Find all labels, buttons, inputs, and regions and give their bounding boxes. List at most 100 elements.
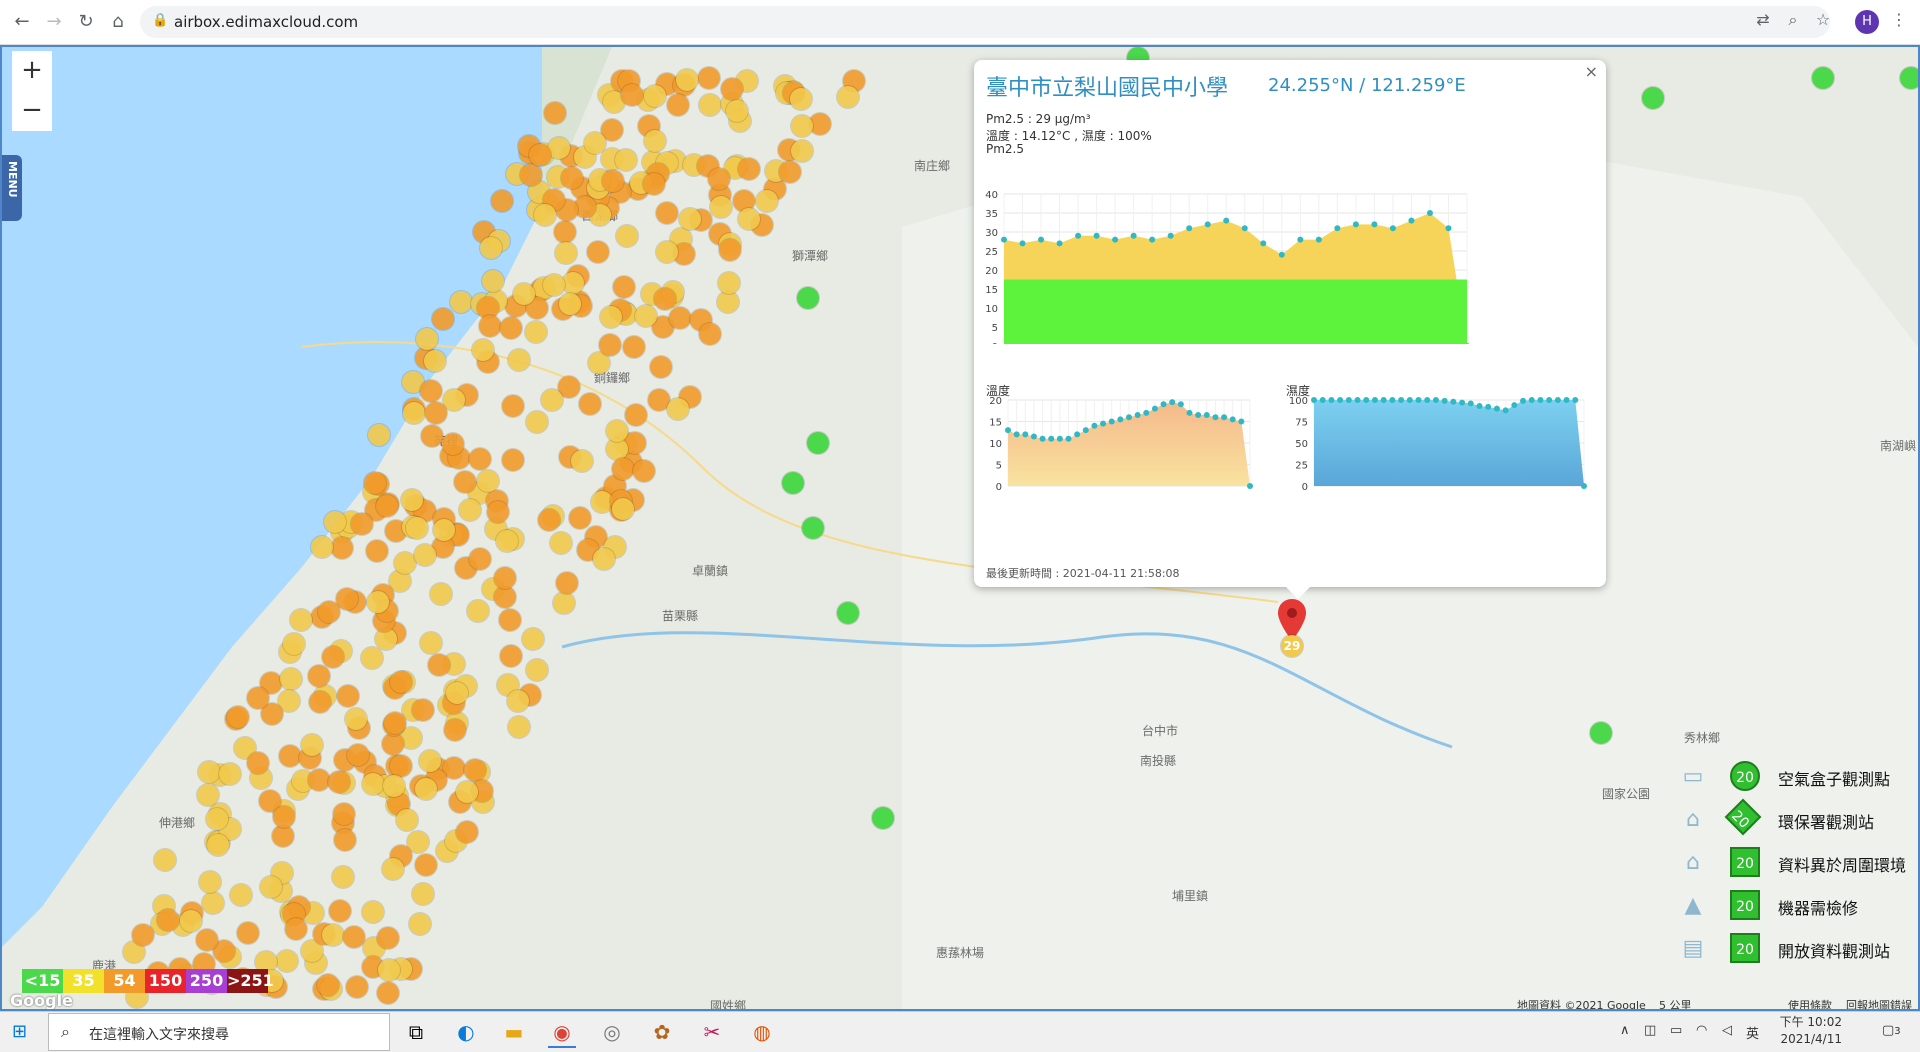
windows-start-icon[interactable]: ⊞ <box>12 1022 32 1042</box>
sensor-marker[interactable] <box>570 449 593 472</box>
sensor-marker[interactable] <box>328 770 351 793</box>
sensor-marker[interactable] <box>366 590 389 613</box>
edge-icon[interactable]: ◐ <box>452 1018 480 1046</box>
sensor-marker[interactable] <box>455 820 478 843</box>
sensor-marker[interactable] <box>278 745 301 768</box>
sensor-marker[interactable] <box>205 807 228 830</box>
sensor-marker[interactable] <box>362 900 385 923</box>
sensor-marker[interactable] <box>376 982 399 1005</box>
sensor-marker[interactable] <box>276 949 299 972</box>
report-error-link[interactable]: 回報地圖錯誤 <box>1846 997 1912 1009</box>
sensor-marker[interactable] <box>623 335 646 358</box>
map-scale[interactable]: 5 公里 <box>1659 997 1692 1009</box>
sensor-marker[interactable] <box>552 591 575 614</box>
sensor-marker[interactable] <box>420 379 443 402</box>
sensor-marker[interactable] <box>540 388 563 411</box>
back-icon[interactable]: ← <box>10 10 34 34</box>
sensor-marker[interactable] <box>697 67 720 90</box>
app-icon-1[interactable]: ◎ <box>598 1018 626 1046</box>
sensor-marker[interactable] <box>381 733 404 756</box>
sensor-marker[interactable] <box>471 338 494 361</box>
sensor-marker[interactable] <box>802 517 824 539</box>
sensor-marker[interactable] <box>612 497 635 520</box>
map-canvas[interactable]: 西湖鄉獅潭鄉南庄鄉大同鄉銅鑼鄉苑裡卓蘭鎮苗栗縣台中市南投縣秀林鄉國家公園伸港鄉鹿… <box>0 45 1920 1011</box>
sensor-marker[interactable] <box>719 238 742 261</box>
sensor-marker[interactable] <box>218 762 241 785</box>
notification-icon[interactable]: ▢3 <box>1882 1023 1901 1038</box>
sensor-marker[interactable] <box>755 190 778 213</box>
sensor-marker[interactable] <box>330 536 353 559</box>
sensor-marker[interactable] <box>698 93 721 116</box>
sensor-marker[interactable] <box>797 287 819 309</box>
sensor-marker[interactable] <box>635 304 658 327</box>
sensor-marker[interactable] <box>402 402 425 425</box>
sensor-marker[interactable] <box>525 658 548 681</box>
sensor-marker[interactable] <box>513 282 536 305</box>
sensor-marker[interactable] <box>351 512 374 535</box>
sensor-marker[interactable] <box>420 424 443 447</box>
sensor-marker[interactable] <box>365 540 388 563</box>
volume-icon[interactable]: ◁ <box>1722 1023 1732 1038</box>
sensor-marker[interactable] <box>496 529 519 552</box>
sensor-marker[interactable] <box>389 670 412 693</box>
sensor-marker[interactable] <box>679 207 702 230</box>
zoom-icon[interactable]: ⌕ <box>1782 9 1804 31</box>
sensor-marker[interactable] <box>463 758 486 781</box>
sensor-marker[interactable] <box>1590 722 1612 744</box>
app-icon-3[interactable]: ✂ <box>698 1018 726 1046</box>
sensor-marker[interactable] <box>321 646 344 669</box>
sensor-marker[interactable] <box>317 973 340 996</box>
sensor-marker[interactable] <box>405 516 428 539</box>
sensor-marker[interactable] <box>345 975 368 998</box>
sensor-marker[interactable] <box>459 498 482 521</box>
sensor-marker[interactable] <box>481 269 504 292</box>
zoom-out-button[interactable]: − <box>12 91 52 131</box>
sensor-marker[interactable] <box>544 101 567 124</box>
sensor-marker[interactable] <box>411 698 434 721</box>
sensor-marker[interactable] <box>737 158 760 181</box>
task-view-icon[interactable]: ⧉ <box>402 1018 430 1046</box>
sensor-marker[interactable] <box>506 689 529 712</box>
sensor-marker[interactable] <box>790 114 813 137</box>
sensor-marker[interactable] <box>433 518 456 541</box>
sensor-marker[interactable] <box>502 395 525 418</box>
more-menu-icon[interactable]: ⋮ <box>1888 9 1910 31</box>
ime-indicator[interactable]: 英 <box>1746 1023 1759 1042</box>
sensor-marker[interactable] <box>710 195 733 218</box>
sensor-marker[interactable] <box>323 510 346 533</box>
sensor-marker[interactable] <box>837 602 859 624</box>
sensor-marker[interactable] <box>290 608 313 631</box>
sensor-marker[interactable] <box>321 924 344 947</box>
sensor-marker[interactable] <box>429 582 452 605</box>
sensor-marker[interactable] <box>273 806 296 828</box>
sensor-marker[interactable] <box>333 829 356 852</box>
sensor-marker[interactable] <box>280 667 303 690</box>
wifi-icon[interactable]: ◠ <box>1696 1023 1707 1038</box>
sensor-marker[interactable] <box>479 315 501 338</box>
sensor-marker[interactable] <box>260 875 283 898</box>
sensor-marker[interactable] <box>154 848 177 871</box>
sensor-marker[interactable] <box>468 448 491 471</box>
sensor-marker[interactable] <box>307 769 330 792</box>
sensor-marker[interactable] <box>499 316 522 339</box>
map-attribution[interactable]: 地圖資料 ©2021 Google <box>1517 997 1646 1009</box>
file-explorer-icon[interactable]: ▬ <box>500 1018 528 1046</box>
reload-icon[interactable]: ↻ <box>74 10 98 34</box>
tray-chevron-icon[interactable]: ∧ <box>1620 1023 1630 1038</box>
sensor-marker[interactable] <box>529 143 552 166</box>
sensor-marker[interactable] <box>737 207 760 230</box>
sensor-marker[interactable] <box>332 802 355 825</box>
sensor-marker[interactable] <box>720 77 743 100</box>
sensor-marker[interactable] <box>384 711 407 734</box>
taskbar-search[interactable]: ⌕ 在這裡輸入文字來搜尋 <box>48 1013 390 1051</box>
sensor-marker[interactable] <box>653 287 676 310</box>
sensor-marker[interactable] <box>525 411 548 434</box>
sensor-marker[interactable] <box>431 308 454 331</box>
sensor-marker[interactable] <box>445 681 468 704</box>
clock[interactable]: 下午 10:02 2021/4/11 <box>1772 1014 1842 1048</box>
app-icon-2[interactable]: ✿ <box>648 1018 676 1046</box>
sensor-marker[interactable] <box>196 928 219 951</box>
close-icon[interactable]: × <box>1585 62 1598 81</box>
sensor-marker[interactable] <box>198 871 221 894</box>
sensor-marker[interactable] <box>614 149 637 172</box>
